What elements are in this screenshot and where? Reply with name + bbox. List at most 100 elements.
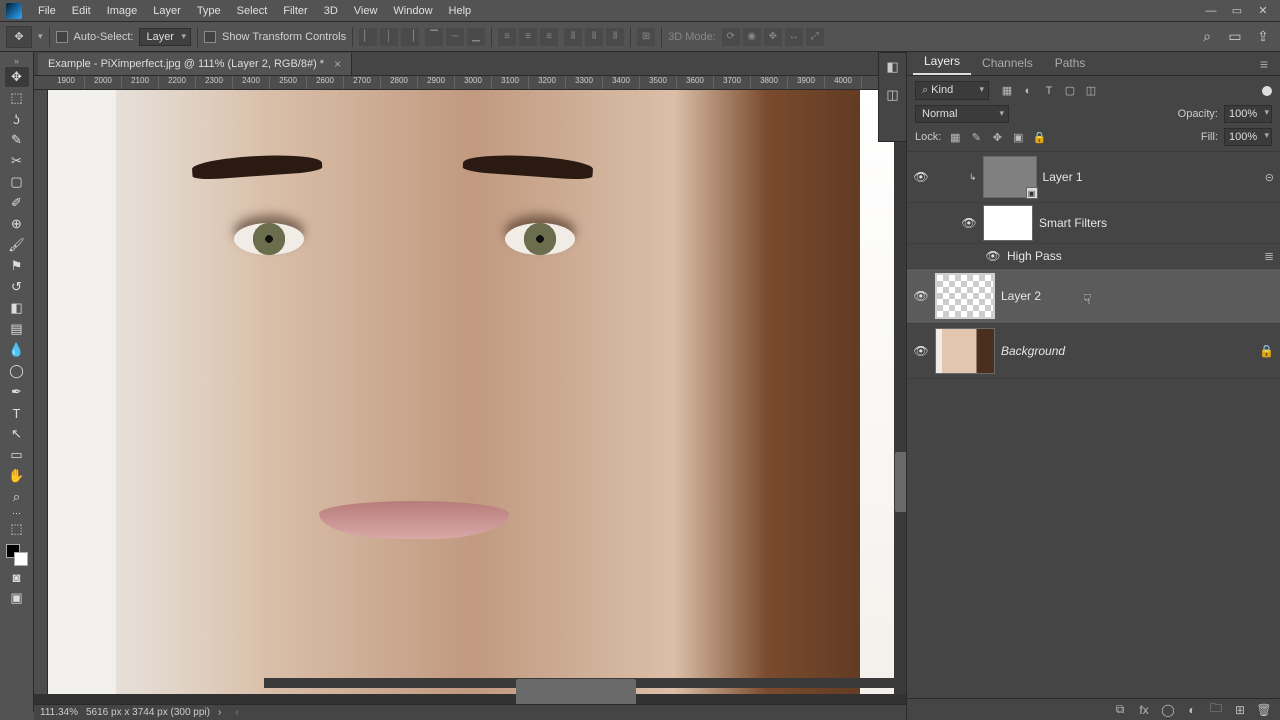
filter-shape-icon[interactable]: ▢ — [1062, 83, 1078, 99]
filter-options-icon[interactable]: ≣ — [1264, 249, 1274, 263]
frame-tool-icon[interactable]: ▢ — [5, 172, 29, 192]
new-group-icon[interactable]: 🗀 — [1208, 699, 1224, 720]
menu-window[interactable]: Window — [385, 5, 440, 17]
align-top-edges-icon[interactable]: ▔ — [425, 28, 443, 46]
menu-view[interactable]: View — [346, 5, 386, 17]
visibility-toggle-icon[interactable]: 👁 — [913, 288, 929, 304]
lock-icon[interactable]: 🔒 — [1259, 344, 1274, 358]
distribute-top-icon[interactable]: ≡ — [498, 28, 516, 46]
gradient-tool-icon[interactable]: ▤ — [5, 319, 29, 339]
layer-row-background[interactable]: 👁 Background 🔒 — [907, 324, 1280, 379]
canvas[interactable] — [48, 90, 894, 694]
minimize-icon[interactable]: — — [1200, 3, 1222, 19]
smart-filter-mask-thumbnail[interactable] — [983, 205, 1033, 241]
align-bottom-edges-icon[interactable]: ▁ — [467, 28, 485, 46]
pen-tool-icon[interactable]: ✒ — [5, 382, 29, 402]
move-tool-icon[interactable]: ✥ — [5, 67, 29, 87]
eyedropper-tool-icon[interactable]: ✐ — [5, 193, 29, 213]
collapsed-panel-icon[interactable]: ◫ — [879, 81, 906, 109]
scrollbar-thumb[interactable] — [516, 679, 636, 704]
color-swatches[interactable] — [6, 544, 28, 566]
smart-filters-row[interactable]: 👁 Smart Filters — [907, 203, 1280, 244]
lock-image-icon[interactable]: ✎ — [968, 129, 984, 145]
lock-position-icon[interactable]: ✥ — [989, 129, 1005, 145]
menu-3d[interactable]: 3D — [316, 5, 346, 17]
auto-align-icon[interactable]: ⊞ — [637, 28, 655, 46]
close-icon[interactable]: ✕ — [1252, 3, 1274, 19]
filter-smart-icon[interactable]: ◫ — [1083, 83, 1099, 99]
layer-thumbnail[interactable] — [935, 273, 995, 319]
document-tab-close-icon[interactable]: × — [334, 57, 341, 71]
filter-name[interactable]: High Pass — [1007, 249, 1062, 263]
new-layer-icon[interactable]: ⊞ — [1232, 703, 1248, 717]
visibility-toggle-icon[interactable]: 👁 — [985, 248, 1001, 264]
menu-help[interactable]: Help — [441, 5, 480, 17]
tab-paths[interactable]: Paths — [1044, 51, 1097, 75]
align-left-edges-icon[interactable]: ▏ — [359, 28, 377, 46]
brush-tool-icon[interactable]: 🖌 — [5, 235, 29, 255]
current-tool-icon[interactable]: ✥ — [6, 26, 32, 48]
filter-kind-dropdown[interactable]: Kind — [915, 81, 989, 100]
tab-channels[interactable]: Channels — [971, 51, 1044, 75]
layer-row-layer2[interactable]: 👁 Layer 2 ☟ — [907, 269, 1280, 324]
history-brush-tool-icon[interactable]: ↺ — [5, 277, 29, 297]
layer-row-layer1[interactable]: 👁 ↳ ▣ Layer 1 ⊝ — [907, 152, 1280, 203]
tool-more-icon[interactable]: ⋯ — [5, 508, 29, 518]
layer-thumbnail[interactable]: ▣ — [983, 156, 1037, 198]
crop-tool-icon[interactable]: ✂ — [5, 151, 29, 171]
opacity-input[interactable] — [1224, 105, 1272, 123]
distribute-vcenter-icon[interactable]: ≡ — [519, 28, 537, 46]
visibility-toggle-icon[interactable]: 👁 — [913, 169, 929, 185]
menu-select[interactable]: Select — [229, 5, 276, 17]
panel-menu-icon[interactable]: ≡ — [1254, 53, 1274, 75]
menu-file[interactable]: File — [30, 5, 64, 17]
status-menu-icon[interactable]: › — [218, 707, 221, 718]
search-icon[interactable]: ⌕ — [1196, 26, 1218, 48]
tab-layers[interactable]: Layers — [913, 49, 971, 75]
layer-name[interactable]: Background — [1001, 344, 1065, 358]
scrollbar-horizontal[interactable] — [264, 678, 894, 688]
link-layers-icon[interactable]: ⧉ — [1112, 702, 1128, 717]
align-horizontal-centers-icon[interactable]: │ — [380, 28, 398, 46]
fill-input[interactable] — [1224, 128, 1272, 146]
show-transform-checkbox[interactable] — [204, 31, 216, 43]
layer-thumbnail[interactable] — [935, 328, 995, 374]
scrollbar-vertical[interactable] — [894, 90, 906, 694]
menu-filter[interactable]: Filter — [275, 5, 315, 17]
ruler-vertical[interactable] — [34, 90, 48, 694]
distribute-hcenter-icon[interactable]: ⦀ — [585, 28, 603, 46]
zoom-level[interactable]: 111.34% — [40, 707, 78, 718]
lock-artboard-icon[interactable]: ▣ — [1010, 129, 1026, 145]
workspace-switcher-icon[interactable]: ▭ — [1224, 26, 1246, 48]
collapsed-panel-icon[interactable]: ◧ — [879, 53, 906, 81]
blur-tool-icon[interactable]: 💧 — [5, 340, 29, 360]
hand-tool-icon[interactable]: ✋ — [5, 466, 29, 486]
edit-toolbar-icon[interactable]: ⬚ — [5, 519, 29, 539]
auto-select-target-dropdown[interactable]: Layer — [139, 28, 191, 46]
align-vertical-centers-icon[interactable]: ─ — [446, 28, 464, 46]
delete-layer-icon[interactable]: 🗑 — [1256, 703, 1272, 717]
tool-preset-dropdown-icon[interactable]: ▾ — [38, 31, 43, 42]
add-mask-icon[interactable]: ◯ — [1160, 703, 1176, 717]
link-icon[interactable]: ⊝ — [1265, 171, 1274, 184]
filter-toggle[interactable] — [1262, 86, 1272, 96]
lock-all-icon[interactable]: 🔒 — [1031, 129, 1047, 145]
distribute-left-icon[interactable]: ⦀ — [564, 28, 582, 46]
share-icon[interactable]: ⇪ — [1252, 26, 1274, 48]
lasso-tool-icon[interactable]: ʖ — [5, 109, 29, 129]
visibility-toggle-icon[interactable]: 👁 — [961, 215, 977, 231]
screen-mode-icon[interactable]: ▣ — [5, 588, 29, 608]
type-tool-icon[interactable]: T — [5, 403, 29, 423]
distribute-right-icon[interactable]: ⦀ — [606, 28, 624, 46]
background-swatch[interactable] — [14, 552, 28, 566]
tools-collapse-icon[interactable]: » — [14, 56, 19, 66]
maximize-icon[interactable]: ▭ — [1226, 3, 1248, 19]
layer-name[interactable]: Layer 1 — [1043, 170, 1083, 184]
visibility-toggle-icon[interactable]: 👁 — [913, 343, 929, 359]
layer-name[interactable]: Layer 2 — [1001, 289, 1041, 303]
distribute-bottom-icon[interactable]: ≡ — [540, 28, 558, 46]
align-right-edges-icon[interactable]: ▕ — [401, 28, 419, 46]
dodge-tool-icon[interactable]: ◯ — [5, 361, 29, 381]
filter-pixel-icon[interactable]: ▦ — [999, 83, 1015, 99]
menu-edit[interactable]: Edit — [64, 5, 99, 17]
